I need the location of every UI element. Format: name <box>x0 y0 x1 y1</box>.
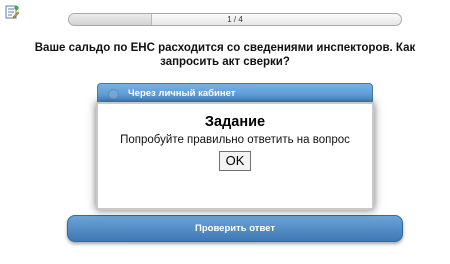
dialog-message: Попробуйте правильно ответить на вопрос <box>120 134 350 146</box>
progress-label: 1 / 4 <box>227 15 243 24</box>
alert-dialog: Задание Попробуйте правильно ответить на… <box>96 102 374 210</box>
answer-option-label: Через личный кабинет <box>128 88 236 99</box>
dialog-title: Задание <box>204 114 266 130</box>
ok-button[interactable]: OK <box>219 151 251 171</box>
edit-note-icon[interactable] <box>4 4 20 20</box>
question-text: Ваше сальдо по ЕНС расходится со сведени… <box>34 42 416 68</box>
radio-button[interactable] <box>108 89 119 100</box>
check-answer-button[interactable]: Проверить ответ <box>67 215 403 242</box>
progress-bar: 1 / 4 <box>68 13 402 26</box>
